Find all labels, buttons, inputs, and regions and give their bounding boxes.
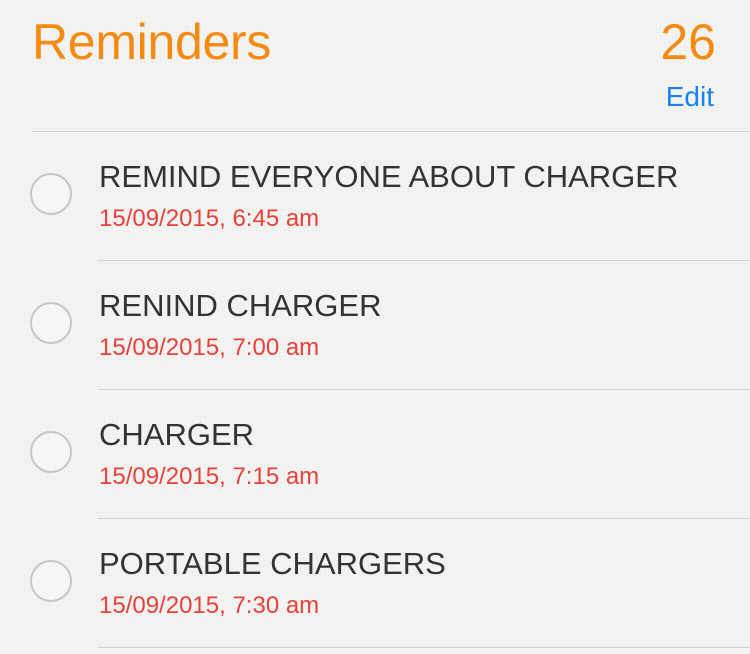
list-title: Reminders <box>32 14 272 70</box>
reminder-date: 15/09/2015, 6:45 am <box>99 205 320 232</box>
reminder-title: CHARGER <box>99 417 255 452</box>
reminder-item[interactable]: CHARGER 15/09/2015, 7:15 am <box>0 390 750 519</box>
reminder-date: 15/09/2015, 7:15 am <box>99 463 320 490</box>
checkbox-circle-icon[interactable] <box>30 560 72 602</box>
reminder-count: 26 <box>660 14 716 70</box>
checkbox-circle-icon[interactable] <box>30 302 72 344</box>
checkbox-circle-icon[interactable] <box>30 173 72 215</box>
reminder-list: REMIND EVERYONE ABOUT CHARGER 15/09/2015… <box>0 132 750 648</box>
reminder-item[interactable]: PORTABLE CHARGERS 15/09/2015, 7:30 am <box>0 519 750 648</box>
reminder-item[interactable]: RENIND CHARGER 15/09/2015, 7:00 am <box>0 261 750 390</box>
reminder-item[interactable]: REMIND EVERYONE ABOUT CHARGER 15/09/2015… <box>0 132 750 261</box>
checkbox-circle-icon[interactable] <box>30 431 72 473</box>
reminder-title: PORTABLE CHARGERS <box>99 546 446 581</box>
reminder-date: 15/09/2015, 7:30 am <box>99 592 320 619</box>
reminder-title: RENIND CHARGER <box>99 288 382 323</box>
reminders-header: Reminders 26 Edit <box>0 0 750 132</box>
reminder-title: REMIND EVERYONE ABOUT CHARGER <box>99 159 679 194</box>
reminder-date: 15/09/2015, 7:00 am <box>99 334 320 361</box>
row-divider <box>98 647 750 648</box>
edit-button[interactable]: Edit <box>666 80 714 114</box>
